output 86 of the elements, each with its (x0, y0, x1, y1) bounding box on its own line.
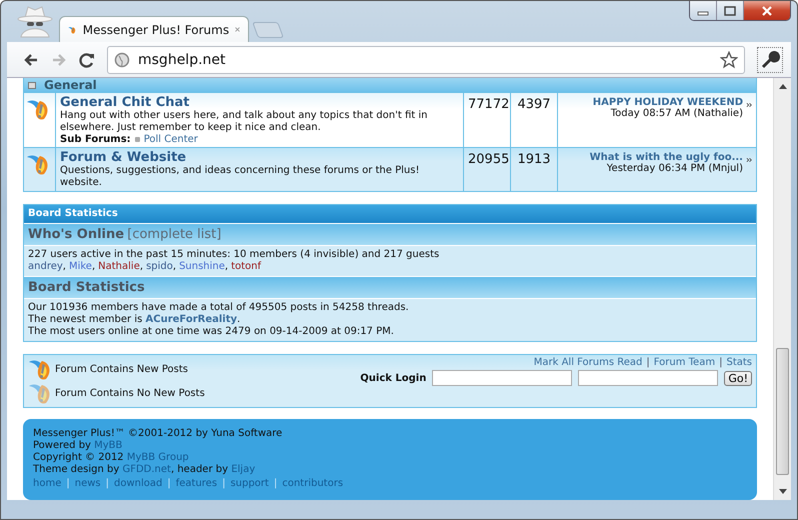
powered-by-text: Powered by MyBB (33, 440, 124, 452)
online-user-link[interactable]: spido (146, 261, 173, 272)
tab-title: Messenger Plus! Forums (82, 22, 230, 36)
scrollbar[interactable] (773, 78, 791, 500)
legend-label: Forum Contains New Posts (55, 364, 188, 374)
quick-login-label: Quick Login (360, 372, 426, 384)
forum-description: Hang out with other users here, and talk about any topics that don't fit in elsewhere. Just remember to keep it nice and clean. (60, 110, 428, 134)
separator-comma: , (92, 261, 96, 272)
statistics-text: Our 101936 members have made a total of 495505 posts in 54258 threads. (28, 302, 410, 314)
threads-count: 1913 (517, 152, 551, 167)
nav-separator: | (222, 478, 226, 489)
minimize-button[interactable] (690, 1, 717, 20)
close-icon[interactable] (761, 6, 773, 16)
mybb-group-link[interactable]: MyBB Group (126, 452, 189, 463)
nav-separator: | (274, 478, 278, 489)
maximize-icon[interactable] (724, 6, 736, 16)
last-post-info: Today 08:57 AM (Nathalie) (610, 108, 743, 119)
subforum-bullet-icon (134, 137, 140, 142)
theme-credits: Theme design by GFDD.net, header by Eljay (33, 464, 256, 476)
collapse-icon[interactable] (28, 82, 36, 88)
nav-separator: | (106, 478, 109, 489)
complete-list-link[interactable]: [complete list] (127, 227, 222, 242)
record-online-text: The most users online at one time was 2479 on 09-14-2009 at 09:17 PM. (28, 326, 395, 338)
separator-comma: , (140, 261, 144, 272)
reload-icon[interactable] (79, 52, 95, 68)
link-separator: | (646, 357, 650, 368)
posts-count: 20955 (468, 152, 510, 167)
password-field[interactable] (578, 370, 718, 386)
newest-member-text: The newest member is ACureForReality. (28, 314, 242, 326)
close-icon[interactable] (235, 25, 240, 34)
go-button[interactable]: Go! (724, 370, 752, 386)
incognito-icon (15, 4, 55, 38)
online-user-link[interactable]: Sunshine (179, 261, 225, 272)
maximize-button[interactable] (717, 1, 744, 20)
whos-online-title: Who's Online (28, 227, 124, 242)
footer-link[interactable]: Mark All Forums Read (534, 357, 642, 368)
forum-description: Questions, suggestions, and ideas concerning these forums or the Plus! website. (60, 165, 420, 189)
footer-nav-link[interactable]: download (114, 478, 162, 489)
section-title: Board Statistics (28, 208, 118, 219)
scroll-thumb[interactable] (776, 348, 789, 475)
copyright-text: Messenger Plus!™ ©2001-2012 by Yuna Software (33, 428, 284, 440)
last-post-title-link[interactable]: What is with the ugly foo... (590, 152, 743, 163)
statistics-title: Board Statistics (28, 280, 145, 295)
scroll-down-icon[interactable] (778, 489, 786, 494)
online-user-link[interactable]: totonf (231, 261, 262, 272)
online-user-link[interactable]: andrey (28, 261, 63, 272)
scroll-up-icon[interactable] (778, 84, 786, 89)
footer-nav-link[interactable]: contributors (282, 478, 344, 489)
online-user-link[interactable]: Mike (68, 261, 92, 272)
footer-nav-link[interactable]: news (74, 478, 101, 489)
online-user-link[interactable]: Nathalie (98, 261, 140, 272)
window-close-button[interactable] (744, 1, 790, 20)
subforums-label: Sub Forums: (60, 134, 131, 145)
online-summary: 227 users active in the past 15 minutes: 10 members (4 invisible) and 217 guests (28, 249, 440, 261)
link-separator: | (719, 357, 722, 368)
footer-link[interactable]: Forum Team (654, 357, 716, 368)
back-icon[interactable] (23, 52, 39, 68)
double-arrow-icon[interactable] (746, 157, 753, 163)
posts-count: 77172 (468, 97, 510, 112)
footer-link[interactable]: Stats (726, 357, 752, 368)
forum-name-link[interactable]: General Chit Chat (60, 95, 459, 110)
nav-separator: | (66, 478, 70, 489)
last-post-title-link[interactable]: HAPPY HOLIDAY WEEKEND (592, 97, 743, 108)
separator-comma: , (224, 261, 228, 272)
star-icon[interactable] (720, 50, 738, 68)
subforum-link[interactable]: Poll Center (144, 134, 198, 145)
forum-name-link[interactable]: Forum & Website (60, 150, 459, 165)
copyright-line: Copyright © 2012 MyBB Group (33, 452, 190, 464)
threads-count: 4397 (517, 97, 551, 112)
double-arrow-icon[interactable] (746, 102, 753, 108)
mybb-link[interactable]: MyBB (94, 440, 122, 451)
address-bar[interactable]: msghelp.net (107, 46, 745, 74)
category-title: General (44, 78, 97, 92)
nav-separator: | (167, 478, 171, 489)
separator-comma: , (62, 261, 66, 272)
newest-member-link[interactable]: ACureForReality (146, 314, 238, 325)
header-credit-link[interactable]: Eljay (231, 464, 256, 475)
footer-nav-link[interactable]: features (176, 478, 218, 489)
legend-label: Forum Contains No New Posts (55, 388, 205, 398)
footer-nav-link[interactable]: support (230, 478, 269, 489)
username-field[interactable] (432, 370, 572, 386)
footer-nav-link[interactable]: home (33, 478, 62, 489)
theme-link[interactable]: GFDD.net (122, 464, 171, 475)
separator-comma: , (172, 261, 176, 272)
browser-tab[interactable]: Messenger Plus! Forums (59, 16, 249, 42)
last-post-info: Yesterday 06:34 PM (Mnjul) (606, 163, 743, 174)
